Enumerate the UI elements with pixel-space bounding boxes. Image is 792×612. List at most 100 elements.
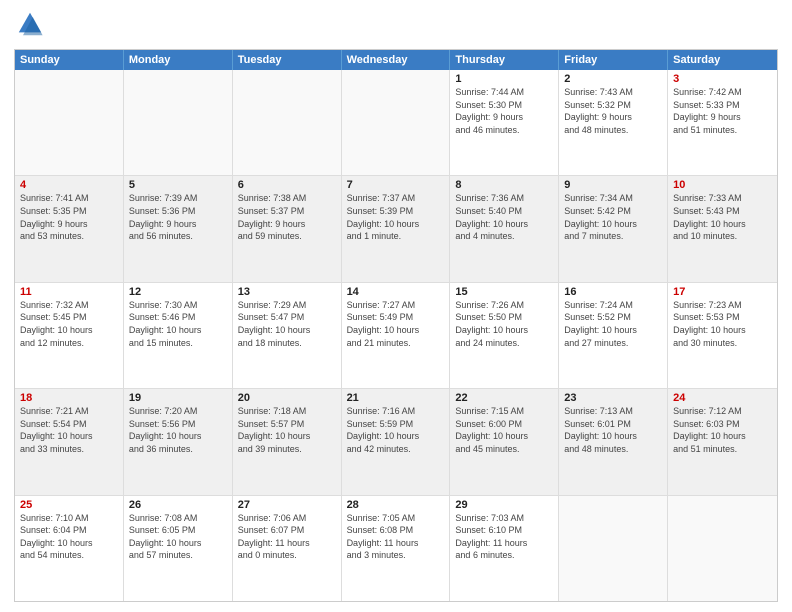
header-cell-friday: Friday [559, 50, 668, 70]
day-number: 12 [129, 286, 227, 298]
cal-cell-3-4: 14Sunrise: 7:27 AMSunset: 5:49 PMDayligh… [342, 283, 451, 388]
day-info: Sunrise: 7:39 AMSunset: 5:36 PMDaylight:… [129, 192, 227, 242]
calendar-row-5: 25Sunrise: 7:10 AMSunset: 6:04 PMDayligh… [15, 496, 777, 601]
day-number: 15 [455, 286, 553, 298]
calendar-row-1: 1Sunrise: 7:44 AMSunset: 5:30 PMDaylight… [15, 70, 777, 176]
cal-cell-1-7: 3Sunrise: 7:42 AMSunset: 5:33 PMDaylight… [668, 70, 777, 175]
day-info: Sunrise: 7:24 AMSunset: 5:52 PMDaylight:… [564, 299, 662, 349]
day-number: 26 [129, 499, 227, 511]
day-info: Sunrise: 7:30 AMSunset: 5:46 PMDaylight:… [129, 299, 227, 349]
day-info: Sunrise: 7:32 AMSunset: 5:45 PMDaylight:… [20, 299, 118, 349]
day-number: 8 [455, 179, 553, 191]
day-info: Sunrise: 7:43 AMSunset: 5:32 PMDaylight:… [564, 86, 662, 136]
cal-cell-5-4: 28Sunrise: 7:05 AMSunset: 6:08 PMDayligh… [342, 496, 451, 601]
day-number: 22 [455, 392, 553, 404]
day-info: Sunrise: 7:12 AMSunset: 6:03 PMDaylight:… [673, 405, 772, 455]
header-cell-saturday: Saturday [668, 50, 777, 70]
cal-cell-1-2 [124, 70, 233, 175]
day-number: 6 [238, 179, 336, 191]
day-number: 21 [347, 392, 445, 404]
day-info: Sunrise: 7:26 AMSunset: 5:50 PMDaylight:… [455, 299, 553, 349]
day-number: 2 [564, 73, 662, 85]
day-number: 20 [238, 392, 336, 404]
day-info: Sunrise: 7:20 AMSunset: 5:56 PMDaylight:… [129, 405, 227, 455]
calendar-row-3: 11Sunrise: 7:32 AMSunset: 5:45 PMDayligh… [15, 283, 777, 389]
day-number: 9 [564, 179, 662, 191]
header-cell-thursday: Thursday [450, 50, 559, 70]
cal-cell-4-1: 18Sunrise: 7:21 AMSunset: 5:54 PMDayligh… [15, 389, 124, 494]
calendar-row-4: 18Sunrise: 7:21 AMSunset: 5:54 PMDayligh… [15, 389, 777, 495]
day-number: 3 [673, 73, 772, 85]
day-info: Sunrise: 7:34 AMSunset: 5:42 PMDaylight:… [564, 192, 662, 242]
day-info: Sunrise: 7:13 AMSunset: 6:01 PMDaylight:… [564, 405, 662, 455]
cal-cell-5-1: 25Sunrise: 7:10 AMSunset: 6:04 PMDayligh… [15, 496, 124, 601]
header-cell-monday: Monday [124, 50, 233, 70]
day-info: Sunrise: 7:03 AMSunset: 6:10 PMDaylight:… [455, 512, 553, 562]
page: SundayMondayTuesdayWednesdayThursdayFrid… [0, 0, 792, 612]
cal-cell-5-3: 27Sunrise: 7:06 AMSunset: 6:07 PMDayligh… [233, 496, 342, 601]
cal-cell-5-5: 29Sunrise: 7:03 AMSunset: 6:10 PMDayligh… [450, 496, 559, 601]
cal-cell-2-3: 6Sunrise: 7:38 AMSunset: 5:37 PMDaylight… [233, 176, 342, 281]
calendar: SundayMondayTuesdayWednesdayThursdayFrid… [14, 49, 778, 602]
cal-cell-3-5: 15Sunrise: 7:26 AMSunset: 5:50 PMDayligh… [450, 283, 559, 388]
cal-cell-5-6 [559, 496, 668, 601]
cal-cell-3-7: 17Sunrise: 7:23 AMSunset: 5:53 PMDayligh… [668, 283, 777, 388]
day-number: 27 [238, 499, 336, 511]
calendar-header: SundayMondayTuesdayWednesdayThursdayFrid… [15, 50, 777, 70]
cal-cell-4-6: 23Sunrise: 7:13 AMSunset: 6:01 PMDayligh… [559, 389, 668, 494]
day-info: Sunrise: 7:42 AMSunset: 5:33 PMDaylight:… [673, 86, 772, 136]
header-cell-tuesday: Tuesday [233, 50, 342, 70]
cal-cell-2-7: 10Sunrise: 7:33 AMSunset: 5:43 PMDayligh… [668, 176, 777, 281]
day-info: Sunrise: 7:37 AMSunset: 5:39 PMDaylight:… [347, 192, 445, 242]
cal-cell-2-1: 4Sunrise: 7:41 AMSunset: 5:35 PMDaylight… [15, 176, 124, 281]
cal-cell-2-4: 7Sunrise: 7:37 AMSunset: 5:39 PMDaylight… [342, 176, 451, 281]
day-info: Sunrise: 7:38 AMSunset: 5:37 PMDaylight:… [238, 192, 336, 242]
cal-cell-4-5: 22Sunrise: 7:15 AMSunset: 6:00 PMDayligh… [450, 389, 559, 494]
cal-cell-3-3: 13Sunrise: 7:29 AMSunset: 5:47 PMDayligh… [233, 283, 342, 388]
day-info: Sunrise: 7:10 AMSunset: 6:04 PMDaylight:… [20, 512, 118, 562]
day-info: Sunrise: 7:23 AMSunset: 5:53 PMDaylight:… [673, 299, 772, 349]
day-number: 7 [347, 179, 445, 191]
logo-icon [16, 10, 44, 38]
cal-cell-3-2: 12Sunrise: 7:30 AMSunset: 5:46 PMDayligh… [124, 283, 233, 388]
day-info: Sunrise: 7:06 AMSunset: 6:07 PMDaylight:… [238, 512, 336, 562]
day-number: 28 [347, 499, 445, 511]
day-info: Sunrise: 7:36 AMSunset: 5:40 PMDaylight:… [455, 192, 553, 242]
cal-cell-3-6: 16Sunrise: 7:24 AMSunset: 5:52 PMDayligh… [559, 283, 668, 388]
cal-cell-2-6: 9Sunrise: 7:34 AMSunset: 5:42 PMDaylight… [559, 176, 668, 281]
day-info: Sunrise: 7:18 AMSunset: 5:57 PMDaylight:… [238, 405, 336, 455]
day-info: Sunrise: 7:33 AMSunset: 5:43 PMDaylight:… [673, 192, 772, 242]
header-cell-sunday: Sunday [15, 50, 124, 70]
day-info: Sunrise: 7:16 AMSunset: 5:59 PMDaylight:… [347, 405, 445, 455]
cal-cell-4-2: 19Sunrise: 7:20 AMSunset: 5:56 PMDayligh… [124, 389, 233, 494]
cal-cell-4-7: 24Sunrise: 7:12 AMSunset: 6:03 PMDayligh… [668, 389, 777, 494]
cal-cell-1-1 [15, 70, 124, 175]
day-number: 10 [673, 179, 772, 191]
day-number: 19 [129, 392, 227, 404]
cal-cell-5-2: 26Sunrise: 7:08 AMSunset: 6:05 PMDayligh… [124, 496, 233, 601]
day-number: 5 [129, 179, 227, 191]
day-number: 18 [20, 392, 118, 404]
day-info: Sunrise: 7:27 AMSunset: 5:49 PMDaylight:… [347, 299, 445, 349]
day-info: Sunrise: 7:41 AMSunset: 5:35 PMDaylight:… [20, 192, 118, 242]
day-number: 17 [673, 286, 772, 298]
cal-cell-4-4: 21Sunrise: 7:16 AMSunset: 5:59 PMDayligh… [342, 389, 451, 494]
day-number: 1 [455, 73, 553, 85]
day-info: Sunrise: 7:21 AMSunset: 5:54 PMDaylight:… [20, 405, 118, 455]
cal-cell-1-3 [233, 70, 342, 175]
calendar-body: 1Sunrise: 7:44 AMSunset: 5:30 PMDaylight… [15, 70, 777, 601]
cal-cell-1-6: 2Sunrise: 7:43 AMSunset: 5:32 PMDaylight… [559, 70, 668, 175]
day-number: 14 [347, 286, 445, 298]
day-number: 13 [238, 286, 336, 298]
logo [14, 10, 44, 43]
day-number: 11 [20, 286, 118, 298]
day-info: Sunrise: 7:08 AMSunset: 6:05 PMDaylight:… [129, 512, 227, 562]
day-number: 29 [455, 499, 553, 511]
cal-cell-2-2: 5Sunrise: 7:39 AMSunset: 5:36 PMDaylight… [124, 176, 233, 281]
calendar-row-2: 4Sunrise: 7:41 AMSunset: 5:35 PMDaylight… [15, 176, 777, 282]
cal-cell-5-7 [668, 496, 777, 601]
cal-cell-3-1: 11Sunrise: 7:32 AMSunset: 5:45 PMDayligh… [15, 283, 124, 388]
day-info: Sunrise: 7:29 AMSunset: 5:47 PMDaylight:… [238, 299, 336, 349]
day-number: 23 [564, 392, 662, 404]
day-number: 16 [564, 286, 662, 298]
